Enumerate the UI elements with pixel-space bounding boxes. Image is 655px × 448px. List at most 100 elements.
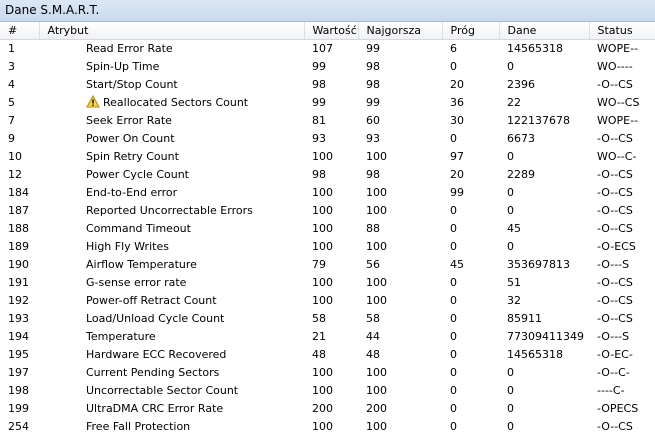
table-row[interactable]: 193 Load/Unload Cycle Count 58 58 0 85911 -O--… [0, 309, 655, 327]
row-threshold: 30 [450, 113, 464, 127]
row-threshold: 0 [450, 347, 457, 361]
row-attribute: High Fly Writes [39, 237, 304, 255]
row-attribute-label: UltraDMA CRC Error Rate [86, 401, 224, 415]
table-row[interactable]: 194 Temperature 21 44 0 77309411349 -O---S [0, 327, 655, 345]
row-status: WO--CS [597, 95, 640, 109]
row-status: -O--CS [597, 221, 633, 235]
col-header-value[interactable]: Wartość [304, 22, 359, 40]
row-worst: 98 [366, 59, 380, 73]
row-status: -O--CS [597, 311, 633, 325]
row-attribute: Spin-Up Time [39, 57, 304, 75]
table-row[interactable]: 10 Spin Retry Count 100 100 97 0 WO--C- [0, 147, 655, 165]
row-index: 197 [8, 365, 29, 379]
table-row[interactable]: 254 Free Fall Protection 100 100 0 0 -O--CS [0, 417, 655, 435]
row-worst: 100 [366, 365, 387, 379]
table-row[interactable]: 189 High Fly Writes 100 100 0 0 -O-ECS [0, 237, 655, 255]
table-row[interactable]: 195 Hardware ECC Recovered 48 48 0 14565318 -O… [0, 345, 655, 363]
row-threshold: 20 [450, 77, 464, 91]
row-index: 190 [8, 257, 29, 271]
window-titlebar: Dane S.M.A.R.T. [0, 0, 655, 22]
row-data: 0 [507, 59, 514, 73]
col-header-threshold[interactable]: Próg [442, 22, 500, 40]
table-row[interactable]: 187 Reported Uncorrectable Errors 100 100 0 0… [0, 201, 655, 219]
row-threshold: 0 [450, 275, 457, 289]
row-attribute: Start/Stop Count [39, 75, 304, 93]
table-row[interactable]: 188 Command Timeout 100 88 0 45 -O--CS [0, 219, 655, 237]
row-status: -O--CS [597, 419, 633, 433]
row-threshold: 0 [450, 221, 457, 235]
row-attribute: Power Cycle Count [39, 165, 304, 183]
row-index: 184 [8, 185, 29, 199]
row-worst: 93 [366, 131, 380, 145]
row-status: -O--CS [597, 185, 633, 199]
row-index: 188 [8, 221, 29, 235]
row-value: 100 [312, 149, 333, 163]
table-row[interactable]: 192 Power-off Retract Count 100 100 0 32 -O--C… [0, 291, 655, 309]
table-row[interactable]: 198 Uncorrectable Sector Count 100 100 0 0 ---… [0, 381, 655, 399]
row-attribute: Current Pending Sectors [39, 363, 304, 381]
row-threshold: 97 [450, 149, 464, 163]
row-worst: 56 [366, 257, 380, 271]
row-worst: 100 [366, 149, 387, 163]
row-index: 254 [8, 419, 29, 433]
row-index: 10 [8, 149, 22, 163]
table-row[interactable]: 199 UltraDMA CRC Error Rate 200 200 0 0 -OPECS [0, 399, 655, 417]
col-header-attribute[interactable]: Atrybut [39, 22, 305, 40]
row-index: 7 [8, 113, 15, 127]
row-attribute: Load/Unload Cycle Count [39, 309, 304, 327]
row-worst: 100 [366, 383, 387, 397]
row-worst: 44 [366, 329, 380, 343]
table-row[interactable]: 190 Airflow Temperature 79 56 45 353697813 -O-… [0, 255, 655, 273]
row-attribute: Reallocated Sectors Count [39, 93, 304, 111]
row-value: 100 [312, 365, 333, 379]
row-attribute-label: Spin Retry Count [86, 149, 179, 163]
row-index: 198 [8, 383, 29, 397]
table-row[interactable]: 5 Reallocated Sectors Count 99 99 36 22 WO--CS [0, 93, 655, 111]
table-row[interactable]: 9 Power On Count 93 93 0 6673 -O--CS [0, 129, 655, 147]
table-row[interactable]: 4 Start/Stop Count 98 98 20 2396 -O--CS [0, 75, 655, 93]
col-header-data[interactable]: Dane [499, 22, 590, 40]
row-attribute: End-to-End error [39, 183, 304, 201]
row-attribute-label: Temperature [86, 329, 156, 343]
row-data: 2289 [507, 167, 535, 181]
row-attribute-label: Reallocated Sectors Count [103, 95, 249, 109]
row-data: 0 [507, 419, 514, 433]
row-data: 45 [507, 221, 521, 235]
row-threshold: 0 [450, 203, 457, 217]
row-worst: 100 [366, 275, 387, 289]
row-status: ----C- [597, 383, 625, 397]
row-value: 100 [312, 419, 333, 433]
table-row[interactable]: 197 Current Pending Sectors 100 100 0 0 -O--C- [0, 363, 655, 381]
row-value: 107 [312, 41, 333, 55]
col-header-worst[interactable]: Najgorsza [358, 22, 443, 40]
row-threshold: 20 [450, 167, 464, 181]
window-title: Dane S.M.A.R.T. [5, 3, 100, 17]
table-row[interactable]: 1 Read Error Rate 107 99 6 14565318 WOPE-- [0, 39, 655, 57]
row-worst: 100 [366, 203, 387, 217]
col-header-status[interactable]: Status [589, 22, 655, 40]
row-value: 58 [312, 311, 326, 325]
col-header-index[interactable]: # [0, 22, 40, 40]
table-row[interactable]: 3 Spin-Up Time 99 98 0 0 WO---- [0, 57, 655, 75]
row-status: -O-EC- [597, 347, 633, 361]
table-row[interactable]: 184 End-to-End error 100 100 99 0 -O--CS [0, 183, 655, 201]
row-attribute-label: Seek Error Rate [86, 113, 172, 127]
row-data: 14565318 [507, 347, 563, 361]
table-row[interactable]: 7 Seek Error Rate 81 60 30 122137678 WOPE-- [0, 111, 655, 129]
row-threshold: 0 [450, 311, 457, 325]
row-status: -O--CS [597, 131, 633, 145]
table-row[interactable]: 191 G-sense error rate 100 100 0 51 -O--CS [0, 273, 655, 291]
row-threshold: 0 [450, 239, 457, 253]
row-data: 0 [507, 185, 514, 199]
row-attribute: UltraDMA CRC Error Rate [39, 399, 304, 417]
row-value: 79 [312, 257, 326, 271]
row-data: 85911 [507, 311, 542, 325]
row-worst: 58 [366, 311, 380, 325]
row-status: -O--C- [597, 365, 630, 379]
row-attribute-label: Command Timeout [86, 221, 191, 235]
row-attribute: Power On Count [39, 129, 304, 147]
table-row[interactable]: 12 Power Cycle Count 98 98 20 2289 -O--CS [0, 165, 655, 183]
smart-attributes-list[interactable]: # Atrybut Wartość Najgorsza Próg Dane St… [0, 22, 655, 448]
row-worst: 100 [366, 419, 387, 433]
row-status: -O--CS [597, 167, 633, 181]
